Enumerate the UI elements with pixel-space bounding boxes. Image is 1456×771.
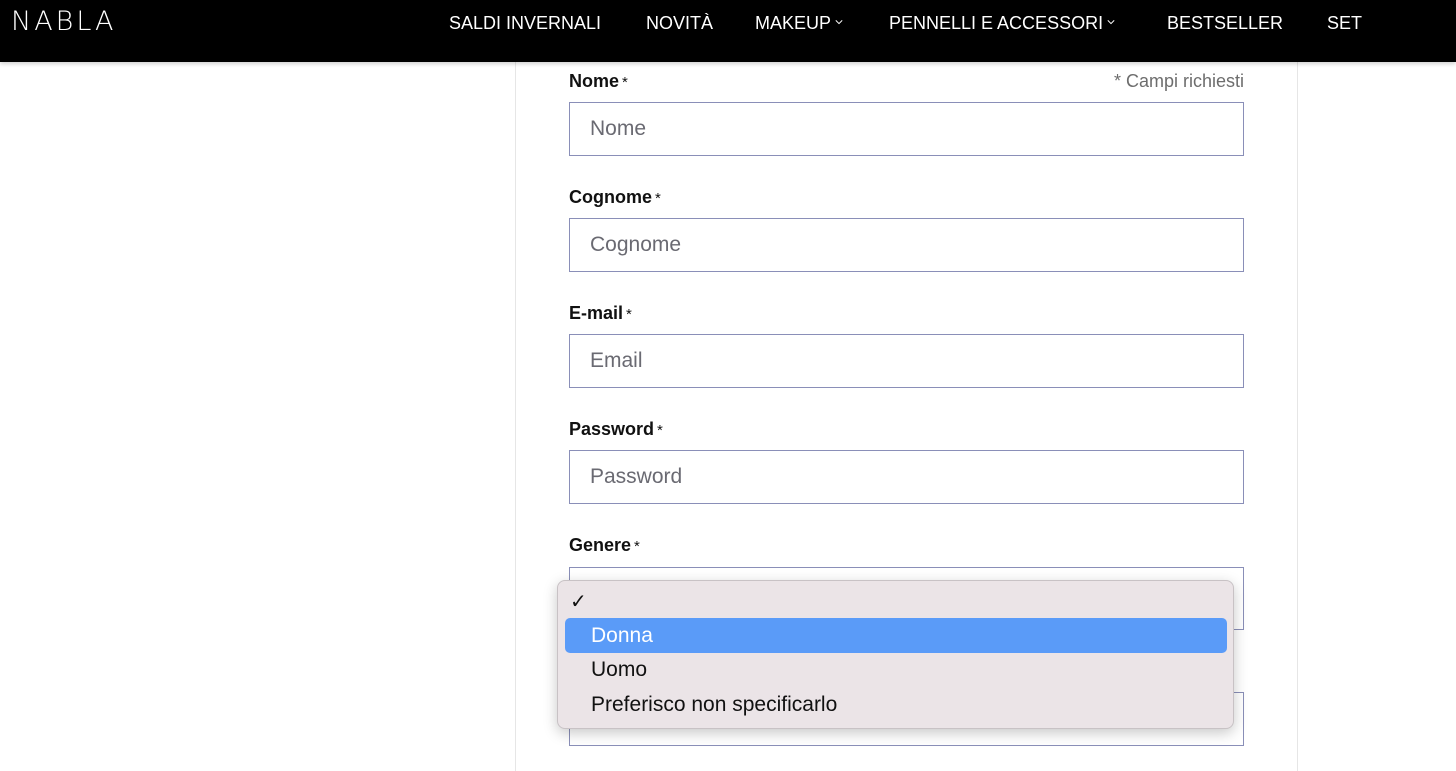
nome-label-text: Nome (569, 71, 620, 91)
required-asterisk: * (657, 422, 663, 439)
nome-label: Nome * (569, 70, 628, 94)
genere-label-text: Genere (569, 535, 632, 555)
required-asterisk: * (622, 74, 628, 91)
nav-item-pennelli-label: PENNELLI E ACCESSORI (889, 13, 1104, 33)
chevron-down-icon (1107, 20, 1115, 25)
nav-item-makeup[interactable]: MAKEUP (755, 12, 843, 34)
nav-item-saldi-invernali[interactable]: SALDI INVERNALI (449, 12, 601, 34)
gender-option-uomo[interactable]: Uomo (565, 652, 1227, 687)
nav-item-novita[interactable]: NOVITÀ (646, 12, 713, 34)
gender-dropdown-menu: ✓ Donna Uomo Preferisco non specificarlo (557, 580, 1234, 729)
email-label: E-mail * (569, 302, 632, 326)
required-asterisk: * (634, 538, 640, 555)
password-input[interactable] (569, 450, 1244, 504)
email-input[interactable] (569, 334, 1244, 388)
cognome-label-text: Cognome (569, 187, 652, 207)
gender-option-non-specificato[interactable]: Preferisco non specificarlo (565, 687, 1227, 722)
nav-item-set[interactable]: SET (1327, 12, 1362, 34)
nav-item-bestseller[interactable]: BESTSELLER (1167, 12, 1283, 34)
cognome-label: Cognome * (569, 186, 661, 210)
top-navigation-bar: NABLA SALDI INVERNALI NOVITÀ MAKEUP PENN… (0, 0, 1456, 62)
required-asterisk: * (655, 190, 661, 207)
nav-item-makeup-label: MAKEUP (755, 13, 832, 33)
email-label-text: E-mail (569, 303, 624, 323)
password-label-text: Password (569, 419, 655, 439)
password-label: Password * (569, 418, 663, 442)
nav-item-pennelli-e-accessori[interactable]: PENNELLI E ACCESSORI (889, 12, 1115, 34)
cognome-input[interactable] (569, 218, 1244, 272)
chevron-down-icon (835, 20, 843, 25)
required-asterisk: * (626, 306, 632, 323)
nome-input[interactable] (569, 102, 1244, 156)
checkmark-icon: ✓ (570, 591, 587, 613)
genere-label: Genere * (569, 534, 640, 558)
main-nav: SALDI INVERNALI NOVITÀ MAKEUP PENNELLI E… (0, 0, 1456, 46)
required-fields-note: * Campi richiesti (1113, 71, 1244, 91)
gender-option-donna[interactable]: Donna (565, 618, 1227, 653)
